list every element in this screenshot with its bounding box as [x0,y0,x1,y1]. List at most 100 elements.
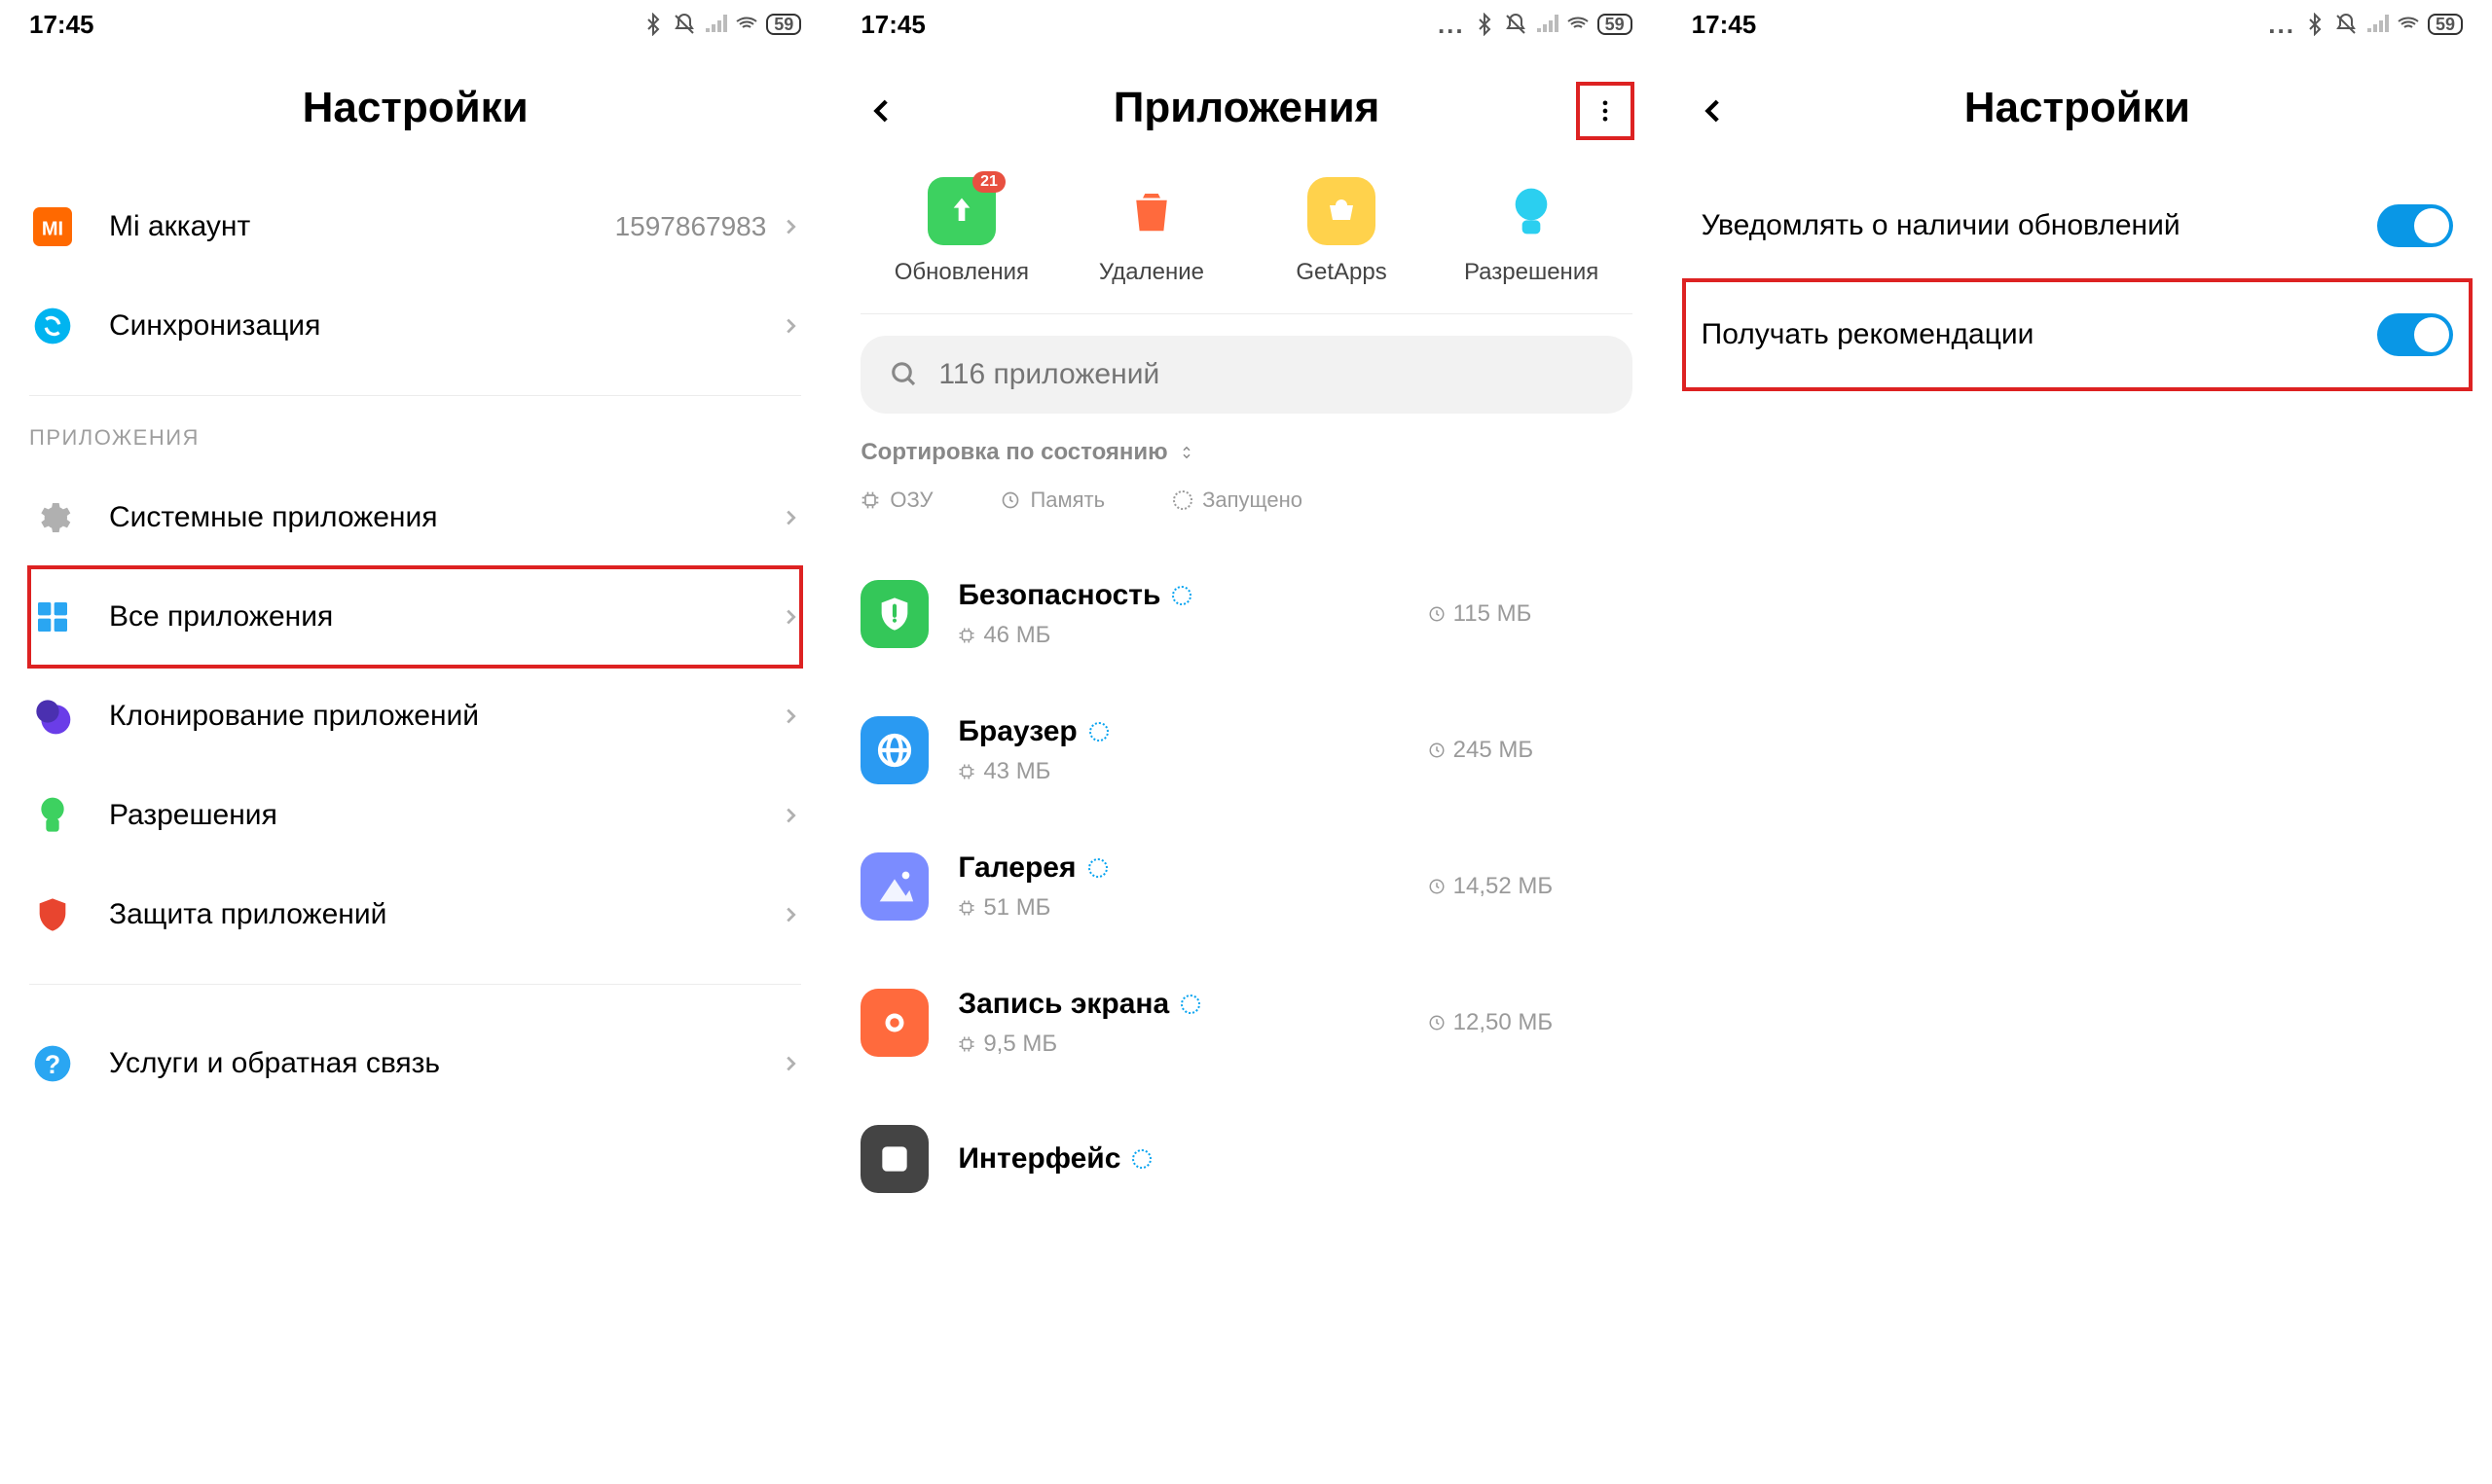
row-label: Системные приложения [109,501,780,534]
sort-icon [1178,444,1195,461]
back-button[interactable] [861,90,903,132]
row-label: Все приложения [109,600,780,633]
sync-label: Синхронизация [109,309,780,343]
battery-icon: 59 [766,14,801,35]
search-input[interactable] [938,358,1602,391]
bluetooth-icon [1473,13,1496,36]
signal-icon [704,13,727,36]
mi-account-label: Mi аккаунт [109,210,615,243]
setting-notify-updates[interactable]: Уведомлять о наличии обновлений [1692,177,2463,274]
tile-label: Обновления [895,259,1029,286]
mi-account-value: 1597867983 [615,211,767,242]
app-list: Безопасность46 МБ115 МББраузер43 МБ245 М… [861,546,1631,1227]
status-time: 17:45 [861,10,926,40]
app-ram: 43 МБ [958,758,1427,785]
app-row[interactable]: Безопасность 46 МБ115 МБ [861,546,1631,682]
more-menu-button[interactable] [1578,84,1632,138]
tab-label: Память [1030,488,1105,513]
page-title: Приложения [861,84,1631,132]
svg-text:?: ? [45,1050,60,1079]
app-row[interactable]: Галерея51 МБ14,52 МБ [861,818,1631,955]
all-apps-row[interactable]: Все приложения [29,567,801,667]
wifi-icon [1566,13,1590,36]
tile-getapps[interactable]: GetApps [1246,177,1436,286]
sync-icon [29,303,76,349]
system-apps-row[interactable]: Системные приложения [29,468,801,567]
sync-row[interactable]: Синхронизация [29,276,801,376]
setting-recommendations[interactable]: Получать рекомендации [1692,286,2463,383]
clock-icon [1001,490,1020,510]
tile-permissions[interactable]: Разрешения [1437,177,1627,286]
spinner-icon [1173,490,1192,510]
divider [861,313,1631,314]
more-dots: ... [1438,10,1465,40]
bluetooth-icon [2303,13,2327,36]
tile-updates[interactable]: 21 Обновления [866,177,1056,286]
battery-icon: 59 [2428,14,2463,35]
row-label: Клонирование приложений [109,700,780,733]
trash-icon [1118,177,1186,245]
app-row[interactable]: Браузер43 МБ245 МБ [861,682,1631,818]
tab-label: Запущено [1202,488,1302,513]
app-ram: 46 МБ [958,622,1427,649]
row-label: Разрешения [109,799,780,832]
app-ram: 51 МБ [958,894,1427,922]
mi-account-row[interactable]: MI Mi аккаунт 1597867983 [29,177,801,276]
status-bar: 17:45 ... 59 [861,0,1631,49]
app-storage: 115 МБ [1428,600,1632,628]
tab-storage[interactable]: Память [1001,488,1105,513]
spinner-icon [1172,586,1191,605]
svg-text:MI: MI [42,218,63,239]
mute-icon [1504,13,1527,36]
wifi-icon [2397,13,2420,36]
app-name: Безопасность [958,579,1427,612]
permissions-row[interactable]: Разрешения [29,766,801,865]
app-name: Интерфейс [958,1142,1427,1176]
tile-label: Удаление [1099,259,1204,286]
highlighted-setting: Получать рекомендации [1682,278,2473,391]
divider [29,395,801,396]
grid-icon [29,594,76,640]
tab-ram[interactable]: ОЗУ [861,488,933,513]
tab-label: ОЗУ [890,488,933,513]
chevron-right-icon [780,904,801,925]
status-time: 17:45 [1692,10,1757,40]
feedback-row[interactable]: ? Услуги и обратная связь [29,1014,801,1113]
toggle-switch[interactable] [2377,204,2453,247]
app-row[interactable]: Интерфейс [861,1091,1631,1227]
app-name: Браузер [958,715,1427,748]
app-lock-row[interactable]: Защита приложений [29,865,801,964]
store-icon [1307,177,1375,245]
clone-apps-row[interactable]: Клонирование приложений [29,667,801,766]
mute-icon [673,13,696,36]
spinner-icon [1088,858,1108,878]
chip-icon [861,490,880,510]
action-tiles: 21 Обновления Удаление GetApps Разрешени… [866,177,1626,286]
tile-label: GetApps [1296,259,1386,286]
spinner-icon [1089,722,1109,742]
status-icons: 59 [641,13,801,36]
search-box[interactable] [861,336,1631,414]
chevron-right-icon [780,216,801,237]
tile-uninstall[interactable]: Удаление [1056,177,1246,286]
chevron-right-icon [780,315,801,337]
update-icon: 21 [928,177,996,245]
clone-icon [29,693,76,740]
status-icons: ... 59 [1438,10,1632,40]
pane-apps: 17:45 ... 59 Приложения 21 Обновления [830,0,1661,1484]
toggle-switch[interactable] [2377,313,2453,356]
help-icon: ? [29,1040,76,1087]
status-time: 17:45 [29,10,94,40]
app-row[interactable]: Запись экрана9,5 МБ12,50 МБ [861,955,1631,1091]
app-icon [861,580,929,648]
back-button[interactable] [1692,90,1735,132]
update-badge: 21 [972,171,1006,193]
pane-app-settings: 17:45 ... 59 Настройки Уведомлять о нали… [1662,0,2492,1484]
app-icon [861,852,929,921]
sort-button[interactable]: Сортировка по состоянию [861,439,1631,466]
sort-label: Сортировка по состоянию [861,439,1167,466]
row-label: Защита приложений [109,898,780,931]
pane-settings: 17:45 59 Настройки MI Mi аккаунт 1597867… [0,0,830,1484]
tab-running[interactable]: Запущено [1173,488,1302,513]
more-dots: ... [2268,10,2295,40]
